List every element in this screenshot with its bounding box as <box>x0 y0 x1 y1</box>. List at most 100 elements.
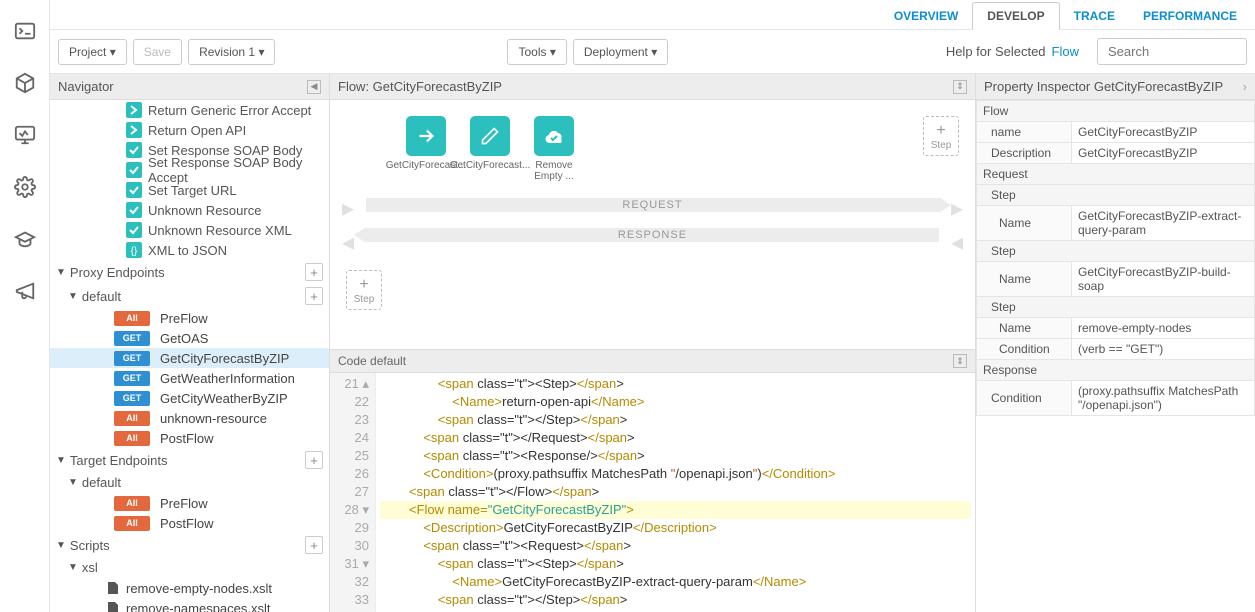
policy-icon <box>126 122 142 138</box>
line-number: 29 <box>332 519 369 537</box>
add-flow-icon[interactable]: + <box>305 287 323 305</box>
search-input[interactable] <box>1097 38 1247 65</box>
flow-label: GetWeatherInformation <box>160 371 295 386</box>
scripts-header[interactable]: ▼Scripts+ <box>50 533 329 557</box>
package-icon[interactable] <box>14 72 36 94</box>
inspector-value[interactable]: GetCityForecastByZIP-build-soap <box>1072 262 1255 297</box>
policy-label: XML to JSON <box>148 243 227 258</box>
arrow-right-icon: ▸ <box>342 194 354 223</box>
target-default[interactable]: ▼default <box>50 472 329 493</box>
policy-label: Return Open API <box>148 123 246 138</box>
policy-item[interactable]: Return Generic Error Accept <box>50 100 329 120</box>
policy-step-label: Remove Empty ... <box>530 160 578 182</box>
monitor-icon[interactable] <box>14 124 36 146</box>
code-editor[interactable]: 21 ▴22232425262728 ▾293031 ▾32333435 <sp… <box>330 373 975 612</box>
flow-item[interactable]: GETGetCityWeatherByZIP <box>50 388 329 408</box>
terminal-icon[interactable] <box>14 20 36 42</box>
script-file[interactable]: remove-empty-nodes.xslt <box>50 578 329 598</box>
flow-policy[interactable]: Remove Empty ... <box>530 116 578 182</box>
add-step-request[interactable]: +Step <box>923 116 959 156</box>
inspector-table: FlownameGetCityForecastByZIPDescriptionG… <box>976 100 1255 416</box>
policy-icon <box>126 162 142 178</box>
policy-label: Unknown Resource XML <box>148 223 292 238</box>
flow-item[interactable]: AllPostFlow <box>50 428 329 448</box>
gear-icon[interactable] <box>14 176 36 198</box>
flow-item[interactable]: All PostFlow <box>50 513 329 533</box>
tab-develop[interactable]: DEVELOP <box>972 2 1059 30</box>
xsl-folder[interactable]: ▼xsl <box>50 557 329 578</box>
revision-button[interactable]: Revision 1 ▾ <box>188 39 275 65</box>
flow-item[interactable]: AllPreFlow <box>50 493 329 513</box>
tab-trace[interactable]: TRACE <box>1060 3 1129 29</box>
collapse-icon[interactable]: ◀ <box>307 80 321 94</box>
tools-button[interactable]: Tools ▾ <box>507 39 566 65</box>
tab-overview[interactable]: OVERVIEW <box>880 3 972 29</box>
top-tabs: OVERVIEW DEVELOP TRACE PERFORMANCE <box>50 0 1255 30</box>
project-button[interactable]: Project ▾ <box>58 39 127 65</box>
flow-item[interactable]: GET GetWeatherInformation <box>50 368 329 388</box>
flow-label: GetCityWeatherByZIP <box>160 391 288 406</box>
flow-label: PostFlow <box>160 431 213 446</box>
graduate-icon[interactable] <box>14 228 36 250</box>
save-button[interactable]: Save <box>133 39 182 65</box>
inspector-close-icon[interactable]: › <box>1243 79 1247 94</box>
line-number: 31 ▾ <box>332 555 369 573</box>
inspector-section: Response <box>977 360 1255 381</box>
policy-item[interactable]: Unknown Resource <box>50 200 329 220</box>
method-badge: All <box>114 516 150 531</box>
property-inspector: Property Inspector GetCityForecastByZIP ›… <box>975 74 1255 612</box>
policy-item[interactable]: Set Response SOAP Body Accept <box>50 160 329 180</box>
flow-item[interactable]: GETGetCityForecastByZIP <box>50 348 329 368</box>
script-label: remove-namespaces.xslt <box>126 601 271 612</box>
policy-step-icon <box>534 116 574 156</box>
add-proxy-icon[interactable]: + <box>305 263 323 281</box>
line-number: 23 <box>332 411 369 429</box>
proxy-default[interactable]: ▼default+ <box>50 284 329 308</box>
navigator-panel: Navigator◀ Return Generic Error AcceptRe… <box>50 74 330 612</box>
flow-toggle-icon[interactable]: ⇕ <box>953 80 967 94</box>
inspector-value[interactable]: (verb == "GET") <box>1072 339 1255 360</box>
policy-icon <box>126 222 142 238</box>
inspector-value[interactable]: GetCityForecastByZIP-extract-query-param <box>1072 206 1255 241</box>
add-step-response[interactable]: +Step <box>346 270 382 310</box>
arrow-left-icon: ◂ <box>342 228 354 257</box>
flow-item[interactable]: AllPreFlow <box>50 308 329 328</box>
method-badge: All <box>114 496 150 511</box>
policy-icon: {} <box>126 242 142 258</box>
inspector-key: Condition <box>977 339 1072 360</box>
add-script-icon[interactable]: + <box>305 536 323 554</box>
inspector-key: Name <box>977 318 1072 339</box>
policy-icon <box>126 102 142 118</box>
script-file[interactable]: remove-namespaces.xslt <box>50 598 329 612</box>
line-number: 33 <box>332 591 369 609</box>
flow-item[interactable]: GETGetOAS <box>50 328 329 348</box>
inspector-value[interactable]: (proxy.pathsuffix MatchesPath "/openapi.… <box>1072 381 1255 416</box>
policy-item[interactable]: Return Open API <box>50 120 329 140</box>
inspector-value[interactable]: GetCityForecastByZIP <box>1072 143 1255 164</box>
policy-icon <box>126 202 142 218</box>
inspector-value[interactable]: remove-empty-nodes <box>1072 318 1255 339</box>
target-endpoints-header[interactable]: ▼Target Endpoints+ <box>50 448 329 472</box>
inspector-value[interactable]: GetCityForecastByZIP <box>1072 122 1255 143</box>
help-flow-link[interactable]: Flow <box>1052 44 1079 59</box>
flow-policy[interactable]: GetCityForecast... <box>402 116 450 182</box>
add-target-icon[interactable]: + <box>305 451 323 469</box>
method-badge: All <box>114 411 150 426</box>
line-number: 21 ▴ <box>332 375 369 393</box>
policy-item[interactable]: Unknown Resource XML <box>50 220 329 240</box>
code-header: Code default <box>338 354 406 368</box>
inspector-section: Step <box>977 241 1255 262</box>
flow-label: PostFlow <box>160 516 213 531</box>
proxy-endpoints-header[interactable]: ▼Proxy Endpoints+ <box>50 260 329 284</box>
policy-item[interactable]: {} XML to JSON <box>50 240 329 260</box>
inspector-section: Step <box>977 185 1255 206</box>
method-badge: GET <box>114 371 150 386</box>
flow-item[interactable]: Allunknown-resource <box>50 408 329 428</box>
code-toggle-icon[interactable]: ⇕ <box>953 354 967 368</box>
flow-panel: Flow: GetCityForecastByZIP⇕ GetCityForec… <box>330 74 975 612</box>
inspector-title: Property Inspector GetCityForecastByZIP <box>984 79 1223 94</box>
deployment-button[interactable]: Deployment ▾ <box>573 39 668 65</box>
tab-performance[interactable]: PERFORMANCE <box>1129 3 1251 29</box>
flow-policy[interactable]: GetCityForecast... <box>466 116 514 182</box>
announce-icon[interactable] <box>14 280 36 302</box>
